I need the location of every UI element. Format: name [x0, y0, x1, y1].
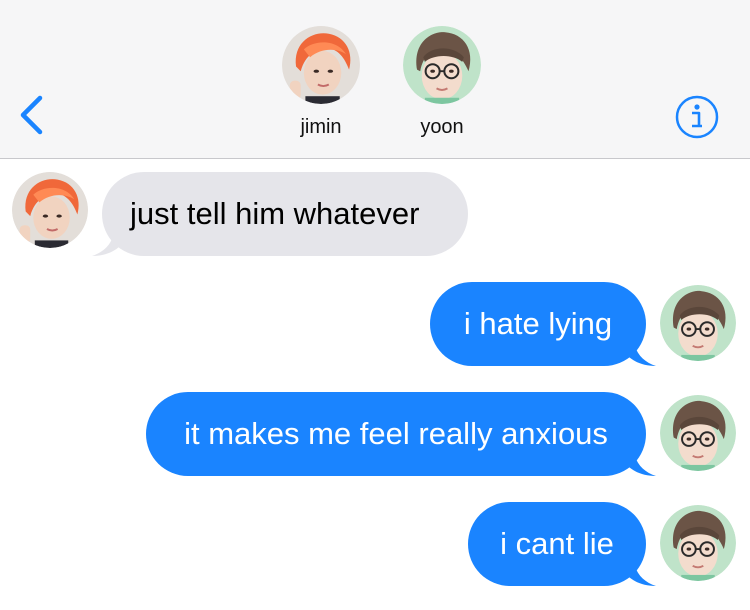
chevron-left-icon[interactable]	[14, 92, 48, 138]
info-icon[interactable]	[674, 94, 720, 140]
avatar-yoon[interactable]	[660, 505, 736, 581]
avatar-yoon[interactable]	[660, 285, 736, 361]
participant-jimin[interactable]: jimin	[273, 26, 369, 139]
message-bubble-outgoing[interactable]: it makes me feel really anxious	[146, 392, 646, 476]
participant-name: yoon	[420, 116, 464, 138]
message-bubble-incoming[interactable]: just tell him whatever	[102, 172, 468, 256]
conversation-header: jimin yoon	[0, 0, 750, 159]
avatar-jimin	[282, 26, 360, 104]
avatar-yoon[interactable]	[660, 395, 736, 471]
participant-name: jimin	[300, 116, 342, 138]
avatar-yoon	[403, 26, 481, 104]
participant-yoon[interactable]: yoon	[394, 26, 490, 139]
avatar-jimin[interactable]	[12, 172, 88, 248]
message-bubble-outgoing[interactable]: i cant lie	[468, 502, 646, 586]
message-bubble-outgoing[interactable]: i hate lying	[430, 282, 646, 366]
